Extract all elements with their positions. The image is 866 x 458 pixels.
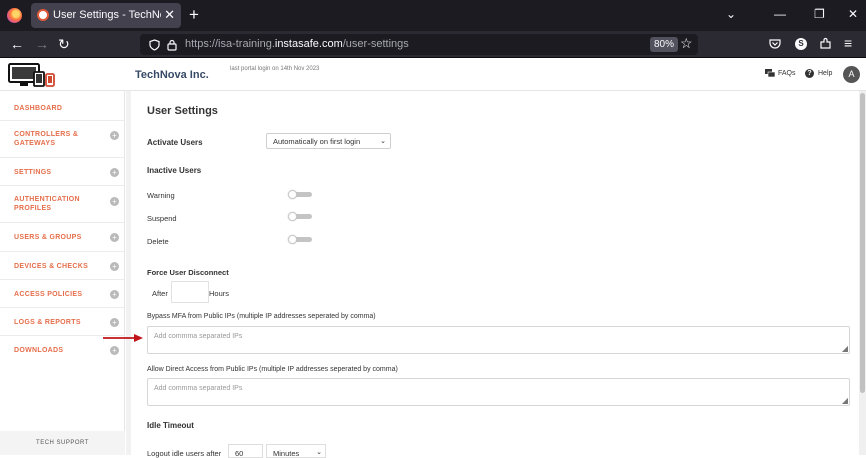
- direct-access-label: Allow Direct Access from Public IPs (mul…: [147, 366, 398, 373]
- expand-plus-icon[interactable]: +: [110, 290, 119, 299]
- faqs-link[interactable]: FAQs: [778, 70, 796, 77]
- activate-users-value: Automatically on first login: [273, 137, 361, 146]
- help-link[interactable]: Help: [818, 70, 832, 77]
- bypass-mfa-input[interactable]: Add commma separated IPs ◢: [147, 326, 850, 354]
- shield-icon[interactable]: [149, 39, 160, 51]
- sidebar-item-label: LOGS & REPORTS: [14, 319, 81, 326]
- sidebar-item-label: DOWNLOADS: [14, 347, 64, 354]
- sidebar-item-label: USERS & GROUPS: [14, 234, 82, 241]
- logout-idle-label: Logout idle users after: [147, 449, 222, 458]
- suspend-label: Suspend: [147, 214, 177, 223]
- sidebar-item-devices-checks[interactable]: DEVICES & CHECKS +: [0, 252, 125, 280]
- minimize-icon[interactable]: —: [774, 7, 786, 21]
- direct-access-placeholder: Add commma separated IPs: [154, 385, 243, 392]
- sidebar: DASHBOARD CONTROLLERS & GATEWAYS + SETTI…: [0, 91, 125, 455]
- expand-plus-icon[interactable]: +: [110, 197, 119, 206]
- delete-label: Delete: [147, 237, 169, 246]
- sidebar-item-logs-reports[interactable]: LOGS & REPORTS +: [0, 308, 125, 336]
- sidebar-item-users-groups[interactable]: USERS & GROUPS +: [0, 223, 125, 252]
- devices-logo-icon: [8, 63, 55, 87]
- annotation-arrow-icon: [103, 334, 143, 342]
- list-tabs-icon[interactable]: ⌄: [726, 7, 736, 21]
- expand-plus-icon[interactable]: +: [110, 168, 119, 177]
- reload-icon[interactable]: ↻: [58, 36, 70, 53]
- sidebar-item-controllers-gateways[interactable]: CONTROLLERS & GATEWAYS +: [0, 121, 125, 158]
- page-scrollbar[interactable]: [859, 91, 866, 455]
- browser-nav-bar: ← → ↻ https://isa-training.instasafe.com…: [0, 31, 866, 58]
- idle-timeout-input[interactable]: 60: [228, 444, 263, 458]
- user-settings-panel: User Settings Activate Users Automatical…: [131, 91, 866, 458]
- last-login-text: last portal login on 14th Nov 2023: [230, 66, 320, 72]
- new-tab-icon[interactable]: +: [189, 6, 199, 23]
- idle-timeout-label: Idle Timeout: [147, 421, 194, 430]
- avatar[interactable]: A: [843, 66, 860, 83]
- force-disconnect-label: Force User Disconnect: [147, 268, 229, 277]
- sidebar-item-label: AUTHENTICATION PROFILES: [14, 196, 80, 212]
- page-title: User Settings: [147, 105, 218, 117]
- firefox-icon[interactable]: [7, 8, 22, 23]
- extensions-icon[interactable]: [819, 37, 832, 50]
- idle-unit-value: Minutes: [273, 449, 300, 458]
- expand-plus-icon[interactable]: +: [110, 233, 119, 242]
- suspend-toggle[interactable]: [288, 212, 313, 221]
- inactive-users-label: Inactive Users: [147, 166, 202, 175]
- disconnect-hours-input[interactable]: [171, 281, 209, 303]
- resize-grip-icon[interactable]: ◢: [842, 396, 848, 405]
- sidebar-item-dashboard[interactable]: DASHBOARD: [0, 91, 125, 121]
- chevron-down-icon: ⌄: [380, 138, 386, 145]
- close-window-icon[interactable]: ✕: [848, 7, 858, 21]
- warning-label: Warning: [147, 191, 175, 200]
- bypass-mfa-placeholder: Add commma separated IPs: [154, 333, 243, 340]
- activate-users-select[interactable]: Automatically on first login ⌄: [266, 133, 391, 149]
- tab-favicon-icon: [37, 9, 49, 21]
- lock-icon[interactable]: [167, 39, 177, 51]
- restore-icon[interactable]: ❐: [814, 7, 825, 21]
- zoom-level[interactable]: 80%: [650, 37, 679, 52]
- help-icon[interactable]: ?: [805, 69, 814, 78]
- sidebar-item-authentication-profiles[interactable]: AUTHENTICATION PROFILES +: [0, 186, 125, 223]
- menu-icon[interactable]: ≡: [844, 35, 852, 51]
- tab-title: User Settings - TechNova Inc. | Ins: [53, 9, 161, 21]
- warning-toggle[interactable]: [288, 190, 313, 199]
- sidebar-item-label: CONTROLLERS & GATEWAYS: [14, 131, 79, 147]
- idle-timeout-value: 60: [235, 449, 244, 458]
- tech-support-link[interactable]: TECH SUPPORT: [0, 431, 125, 455]
- sidebar-item-label: ACCESS POLICIES: [14, 291, 83, 298]
- forward-icon[interactable]: →: [35, 36, 49, 52]
- sidebar-item-label: DASHBOARD: [14, 105, 63, 112]
- hours-label: Hours: [209, 289, 230, 298]
- account-icon[interactable]: S: [795, 38, 807, 50]
- expand-plus-icon[interactable]: +: [110, 131, 119, 140]
- expand-plus-icon[interactable]: +: [110, 318, 119, 327]
- after-label: After: [152, 289, 168, 298]
- activate-users-label: Activate Users: [147, 138, 203, 147]
- sidebar-item-settings[interactable]: SETTINGS +: [0, 158, 125, 186]
- bypass-mfa-label: Bypass MFA from Public IPs (multiple IP …: [147, 313, 376, 320]
- bookmark-star-icon[interactable]: ☆: [680, 35, 693, 52]
- resize-grip-icon[interactable]: ◢: [842, 344, 848, 353]
- browser-tab[interactable]: User Settings - TechNova Inc. | Ins ✕: [31, 3, 181, 28]
- browser-tab-bar: User Settings - TechNova Inc. | Ins ✕ + …: [0, 0, 866, 31]
- delete-toggle[interactable]: [288, 235, 313, 244]
- org-name: TechNova Inc.: [135, 69, 209, 81]
- sidebar-item-label: DEVICES & CHECKS: [14, 263, 89, 270]
- pocket-icon[interactable]: [769, 38, 781, 50]
- expand-plus-icon[interactable]: +: [110, 262, 119, 271]
- close-tab-icon[interactable]: ✕: [164, 7, 175, 23]
- url-text[interactable]: https://isa-training.instasafe.com/user-…: [185, 38, 409, 50]
- expand-plus-icon[interactable]: +: [110, 346, 119, 355]
- scrollbar-thumb[interactable]: [860, 93, 865, 393]
- app-header: TechNova Inc. last portal login on 14th …: [0, 58, 866, 91]
- direct-access-input[interactable]: Add commma separated IPs ◢: [147, 378, 850, 406]
- idle-unit-select[interactable]: Minutes ⌄: [266, 444, 326, 458]
- faq-chat-icon[interactable]: [765, 69, 775, 78]
- sidebar-item-label: SETTINGS: [14, 169, 52, 176]
- back-icon[interactable]: ←: [10, 36, 24, 52]
- url-bar[interactable]: https://isa-training.instasafe.com/user-…: [140, 34, 698, 55]
- sidebar-item-access-policies[interactable]: ACCESS POLICIES +: [0, 280, 125, 308]
